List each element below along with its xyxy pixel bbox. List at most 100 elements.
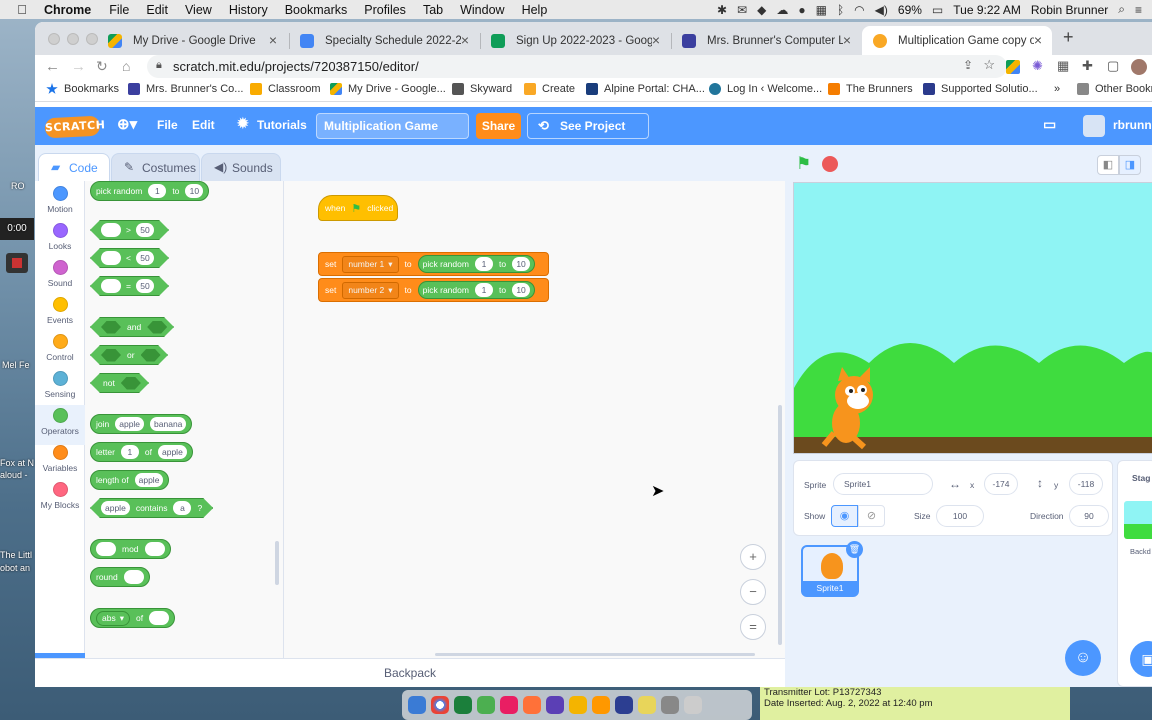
bookmark-item[interactable]: Classroom <box>250 83 321 95</box>
bookmark-item[interactable]: Skyward <box>452 83 512 95</box>
close-window-icon[interactable] <box>48 33 60 45</box>
abs-of-block[interactable]: abs ▾ of <box>90 608 176 628</box>
letter-of-block[interactable]: letter 1 of apple <box>90 442 193 462</box>
menu-file[interactable]: File <box>109 3 129 17</box>
green-flag-icon[interactable]: ⚑ <box>796 154 811 174</box>
bookmark-item[interactable]: Log In ‹ Welcome... <box>709 83 822 95</box>
close-tab-icon[interactable]: × <box>461 32 469 48</box>
extensions-puzzle-icon[interactable]: ✚ <box>1082 58 1093 74</box>
bookmark-item[interactable]: Mrs. Brunner's Co... <box>128 83 243 95</box>
value-input[interactable] <box>101 223 121 237</box>
text-input[interactable]: apple <box>134 473 164 487</box>
large-stage-icon[interactable]: ◨ <box>1119 155 1141 175</box>
photos-icon[interactable] <box>500 696 518 714</box>
tutorials-button[interactable]: Tutorials <box>257 118 307 132</box>
menu-edit[interactable]: Edit <box>146 3 168 17</box>
bookmark-item[interactable]: Alpine Portal: CHA... <box>586 83 705 95</box>
edit-menu[interactable]: Edit <box>192 118 215 132</box>
not-block[interactable]: not <box>90 373 149 393</box>
text-input[interactable]: apple <box>158 445 187 459</box>
value-input[interactable]: 50 <box>136 251 154 265</box>
pick-random-block[interactable]: pick random 1 to 10 <box>90 181 210 201</box>
dropbox-icon[interactable]: ◆ <box>757 3 766 17</box>
join-block[interactable]: join apple banana <box>90 414 193 434</box>
value-input[interactable] <box>101 251 121 265</box>
menu-window[interactable]: Window <box>460 3 504 17</box>
language-globe-icon[interactable]: ⊕▾ <box>117 115 137 133</box>
lock-icon[interactable]: 🔒︎ <box>156 59 162 72</box>
bookmarks-overflow-button[interactable]: » <box>1054 83 1060 95</box>
new-tab-button[interactable]: + <box>1063 27 1074 48</box>
palette-scrollbar[interactable] <box>275 541 279 585</box>
variable-dropdown[interactable]: number 2 ▾ <box>342 281 399 299</box>
category-motion[interactable]: Motion <box>35 186 85 214</box>
app-icon[interactable] <box>615 696 633 714</box>
small-stage-icon[interactable]: ◧ <box>1097 155 1119 175</box>
extension-icon[interactable]: ✺ <box>1032 58 1043 74</box>
backpack[interactable]: Backpack <box>35 658 785 687</box>
set-variable-block[interactable]: set number 1 ▾ to pick random 1 to 10 <box>318 252 549 276</box>
system-preferences-icon[interactable] <box>661 696 679 714</box>
x-position-input[interactable]: -174 <box>984 473 1018 495</box>
forward-icon[interactable]: → <box>71 58 86 75</box>
hangouts-icon[interactable] <box>454 696 472 714</box>
tab-multiplication-game[interactable]: Multiplication Game copy on S × <box>862 26 1052 55</box>
round-block[interactable]: round <box>90 567 150 587</box>
delete-sprite-icon[interactable]: 🗑︎ <box>846 541 863 558</box>
share-page-icon[interactable]: ⇪ <box>963 58 973 72</box>
sprite-thumbnail[interactable]: 🗑︎ Sprite1 <box>801 541 863 597</box>
stage-thumbnail[interactable] <box>1124 501 1152 539</box>
when-flag-clicked-block[interactable]: when ⚑ clicked <box>318 195 398 221</box>
bluetooth-icon[interactable]: ᛒ <box>837 3 844 17</box>
menu-help[interactable]: Help <box>522 3 548 17</box>
value-input[interactable]: 50 <box>136 223 154 237</box>
category-my-blocks[interactable]: My Blocks <box>35 482 85 510</box>
close-tab-icon[interactable]: × <box>1034 32 1042 48</box>
number-input[interactable] <box>123 570 144 584</box>
scratch-logo[interactable]: SCRATCH <box>44 115 106 139</box>
stage-selector[interactable]: Stag Backd ▣ <box>1117 460 1152 687</box>
text-input[interactable]: banana <box>150 417 187 431</box>
bookmark-item[interactable]: Supported Solutio... <box>923 83 1038 95</box>
category-control[interactable]: Control <box>35 334 85 362</box>
user-name[interactable]: Robin Brunner <box>1031 3 1108 17</box>
boolean-slot[interactable] <box>101 321 121 334</box>
and-block[interactable]: and <box>90 317 174 337</box>
tab-code[interactable]: ▰ Code <box>38 153 110 181</box>
workspace-horizontal-scrollbar[interactable] <box>435 653 755 656</box>
sprite-name-input[interactable]: Sprite1 <box>833 473 933 495</box>
username[interactable]: rbrunner <box>1113 118 1152 132</box>
mail-status-icon[interactable]: ✉ <box>737 3 747 17</box>
firefox-icon[interactable] <box>523 696 541 714</box>
pick-random-block[interactable]: pick random 1 to 10 <box>417 255 536 273</box>
text-input[interactable]: apple <box>115 417 145 431</box>
back-icon[interactable]: ← <box>45 58 60 75</box>
menu-tab[interactable]: Tab <box>423 3 443 17</box>
code-workspace[interactable]: when ⚑ clicked set number 1 ▾ to pick ran… <box>284 181 785 658</box>
chrome-icon[interactable] <box>431 696 449 714</box>
equals-block[interactable]: = 50 <box>90 276 169 296</box>
length-of-block[interactable]: length of apple <box>90 470 170 490</box>
mod-block[interactable]: mod <box>90 539 171 559</box>
direction-input[interactable]: 90 <box>1069 505 1109 527</box>
bookmark-item[interactable]: The Brunners <box>828 83 913 95</box>
value-input[interactable] <box>101 279 121 293</box>
spotlight-search-icon[interactable]: ⌕ <box>1118 2 1125 17</box>
category-sensing[interactable]: Sensing <box>35 371 85 399</box>
apple-icon[interactable]:  <box>14 2 30 17</box>
app-icon[interactable] <box>592 696 610 714</box>
greater-than-block[interactable]: > 50 <box>90 220 169 240</box>
number-input[interactable]: 1 <box>148 184 167 198</box>
number-input[interactable]: 10 <box>512 257 531 271</box>
menu-profiles[interactable]: Profiles <box>364 3 406 17</box>
number-input[interactable]: 10 <box>185 184 204 198</box>
workspace-vertical-scrollbar[interactable] <box>778 405 782 645</box>
value-input[interactable]: 50 <box>136 279 154 293</box>
finder-icon[interactable] <box>408 696 426 714</box>
battery-icon[interactable]: ▭ <box>932 3 943 17</box>
bookmark-star-icon[interactable]: ☆ <box>983 57 995 73</box>
number-input[interactable]: 1 <box>474 257 493 271</box>
trash-icon[interactable] <box>684 696 702 714</box>
close-tab-icon[interactable]: × <box>843 32 851 48</box>
control-center-icon[interactable]: ≡ <box>1135 3 1142 17</box>
